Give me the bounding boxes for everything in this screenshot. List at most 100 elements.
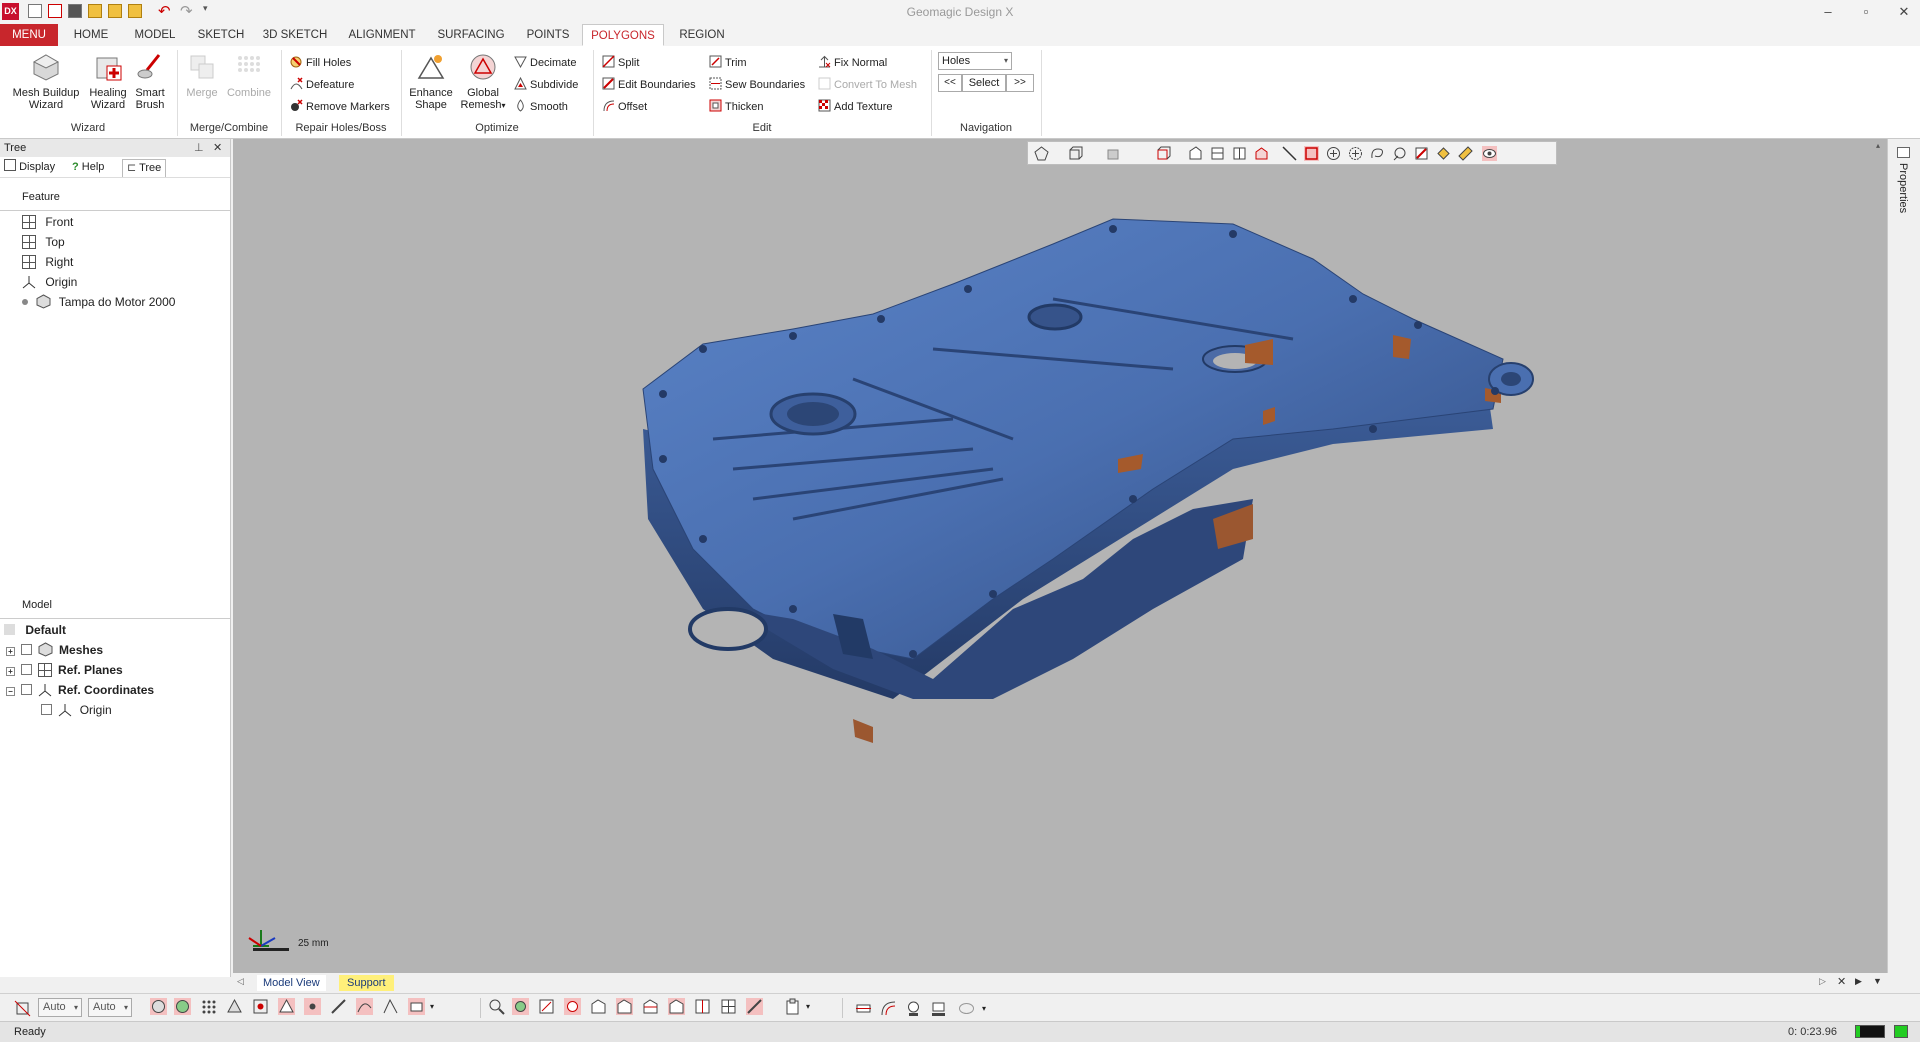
view-menu-icon[interactable]: ▼ [1873, 976, 1882, 986]
select-mesh-icon[interactable] [174, 998, 191, 1015]
tab-help[interactable]: ? Help [72, 159, 104, 176]
remove-markers-button[interactable]: Remove Markers [290, 98, 390, 116]
select-vertex-icon[interactable] [304, 998, 321, 1015]
render-icon[interactable] [930, 1000, 947, 1017]
tab-surfacing[interactable]: SURFACING [436, 24, 506, 46]
panel-close-icon[interactable]: ✕ [213, 139, 222, 157]
deviation-icon[interactable] [880, 1000, 897, 1017]
mesh-buildup-wizard-button[interactable]: Mesh Buildup Wizard [6, 52, 86, 111]
previous-button[interactable]: << [938, 74, 962, 92]
tab-region[interactable]: REGION [672, 24, 732, 46]
tree-item-mesh[interactable]: Tampa do Motor 2000 [22, 292, 175, 312]
3d-viewport[interactable]: 25 mm ▴ [233, 139, 1887, 973]
select-edge-icon[interactable] [330, 998, 347, 1015]
smooth-button[interactable]: Smooth [514, 98, 568, 116]
iso-view-icon[interactable] [590, 998, 607, 1015]
combine-button[interactable]: Combine [224, 52, 274, 99]
tab-polygons[interactable]: POLYGONS [582, 24, 664, 46]
tab-tree[interactable]: ⊏ Tree [122, 159, 167, 178]
properties-tab[interactable]: Properties [1897, 163, 1909, 213]
split-button[interactable]: Split [602, 54, 639, 72]
select-feature-icon[interactable] [408, 998, 425, 1015]
select-all-icon[interactable] [150, 998, 167, 1015]
model-item-default[interactable]: Default [4, 620, 66, 640]
measure-icon[interactable] [746, 998, 763, 1015]
viewport-corner-icon[interactable]: ▴ [1876, 141, 1880, 150]
select-button[interactable]: Select [962, 74, 1006, 92]
navigation-type-dropdown[interactable]: Holes ▾ [938, 52, 1012, 70]
tab-home[interactable]: HOME [66, 24, 116, 46]
collapse-icon[interactable]: − [6, 687, 15, 696]
tab-display[interactable]: Display [4, 159, 55, 176]
edit-boundaries-button[interactable]: Edit Boundaries [602, 76, 696, 94]
model-item-ref-planes[interactable]: + Ref. Planes [6, 660, 123, 680]
zoom-fit-icon[interactable] [488, 998, 505, 1015]
tree-item-top[interactable]: Top [22, 232, 65, 252]
global-remesh-button[interactable]: Global Remesh▾ [458, 52, 508, 112]
close-button[interactable]: ✕ [1891, 3, 1917, 21]
tree-item-front[interactable]: Front [22, 212, 73, 232]
more-display-icon[interactable]: ▾ [982, 1004, 986, 1013]
left-view-icon[interactable] [668, 998, 685, 1015]
top-view-icon[interactable] [616, 998, 633, 1015]
thicken-button[interactable]: Thicken [709, 98, 764, 116]
more-tools-icon[interactable]: ▾ [430, 1002, 434, 1011]
model-item-origin[interactable]: Origin [41, 700, 112, 720]
properties-icon[interactable] [1897, 147, 1910, 158]
visibility-checkbox[interactable] [21, 684, 33, 695]
next-button[interactable]: >> [1006, 74, 1034, 92]
subdivide-button[interactable]: Subdivide [514, 76, 578, 94]
scroll-right-icon[interactable]: ▷ [1819, 976, 1826, 987]
rotate-view-icon[interactable] [512, 998, 529, 1015]
close-view-icon[interactable]: ✕ [1837, 975, 1846, 988]
tab-alignment[interactable]: ALIGNMENT [345, 24, 419, 46]
light-icon[interactable] [905, 1000, 922, 1017]
tab-points[interactable]: POINTS [520, 24, 576, 46]
defeature-button[interactable]: Defeature [290, 76, 354, 94]
restore-button[interactable]: ▫ [1853, 3, 1879, 21]
select-sketch-icon[interactable] [382, 998, 399, 1015]
material-icon[interactable] [958, 1000, 975, 1017]
sew-boundaries-button[interactable]: Sew Boundaries [709, 76, 805, 94]
bottom-view-icon[interactable] [642, 998, 659, 1015]
visibility-checkbox[interactable] [21, 664, 33, 675]
select-body-icon[interactable] [278, 998, 295, 1015]
smart-brush-button[interactable]: Smart Brush [132, 52, 168, 111]
clipboard-icon[interactable] [784, 998, 801, 1015]
fix-normal-button[interactable]: Fix Normal [818, 54, 887, 72]
tab-3d-sketch[interactable]: 3D SKETCH [262, 24, 328, 46]
fill-holes-button[interactable]: Fill Holes [290, 54, 351, 72]
trim-button[interactable]: Trim [709, 54, 747, 72]
decimate-button[interactable]: Decimate [514, 54, 576, 72]
snap-mode-select[interactable]: Auto ▾ [88, 998, 132, 1017]
more-views-icon[interactable]: ▾ [806, 1002, 810, 1011]
offset-button[interactable]: Offset [602, 98, 647, 116]
expand-icon[interactable]: + [6, 667, 15, 676]
convert-to-mesh-button[interactable]: Convert To Mesh [818, 76, 917, 94]
filter-mode-select[interactable]: Auto ▾ [38, 998, 82, 1017]
pan-view-icon[interactable] [538, 998, 555, 1015]
engine-cover-mesh[interactable] [233, 139, 1887, 973]
model-item-meshes[interactable]: + Meshes [6, 640, 103, 660]
tree-item-origin[interactable]: Origin [22, 272, 77, 292]
healing-wizard-button[interactable]: Healing Wizard [86, 52, 130, 111]
zoom-window-icon[interactable] [564, 998, 581, 1015]
tab-sketch[interactable]: SKETCH [194, 24, 248, 46]
select-points-icon[interactable] [200, 998, 217, 1015]
tab-model[interactable]: MODEL [128, 24, 182, 46]
model-item-ref-coordinates[interactable]: − Ref. Coordinates [6, 680, 154, 700]
pin-icon[interactable]: ⊥ [194, 139, 204, 157]
select-region-icon[interactable] [226, 998, 243, 1015]
expand-icon[interactable]: + [6, 647, 15, 656]
tab-menu[interactable]: MENU [0, 24, 58, 46]
scroll-left-icon[interactable]: ◁ [237, 976, 244, 987]
grid-view-icon[interactable] [720, 998, 737, 1015]
visibility-checkbox[interactable] [41, 704, 52, 715]
add-texture-button[interactable]: Add Texture [818, 98, 893, 116]
select-face-icon[interactable] [252, 998, 269, 1015]
merge-button[interactable]: Merge [182, 52, 222, 99]
right-view-icon[interactable] [694, 998, 711, 1015]
next-view-icon[interactable]: ▶ [1855, 976, 1862, 987]
select-curve-icon[interactable] [356, 998, 373, 1015]
tab-support[interactable]: Support [339, 975, 394, 991]
